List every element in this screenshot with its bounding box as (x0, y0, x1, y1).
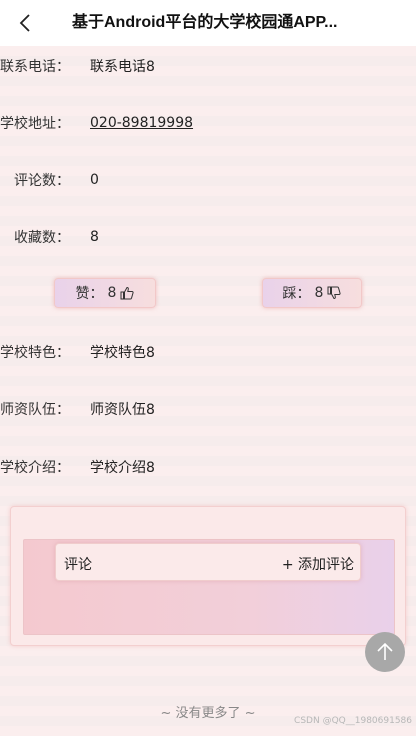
address-label: 学校地址： (0, 116, 70, 132)
comment-count-value: 0 (90, 172, 99, 188)
detail-row-address: 学校地址： 020-89819998 (0, 103, 416, 143)
like-count: 8 (107, 285, 117, 301)
dislike-count: 8 (314, 285, 324, 301)
faculty-value: 师资队伍8 (90, 402, 155, 418)
detail-row-phone: 联系电话： 联系电话8 (0, 46, 416, 86)
chevron-left-icon (19, 14, 30, 32)
faculty-label: 师资队伍： (0, 402, 70, 418)
detail-row-favorite-count: 收藏数： 8 (0, 217, 416, 257)
back-button[interactable] (10, 8, 40, 38)
detail-row-intro: 学校介绍： 学校介绍8 (0, 447, 416, 487)
comment-count-label: 评论数： (14, 173, 70, 189)
arrow-up-icon (377, 642, 393, 660)
detail-content: 联系电话： 联系电话8 学校地址： 020-89819998 评论数： 0 收藏… (0, 46, 416, 736)
feature-value: 学校特色8 (90, 345, 155, 361)
top-nav-bar: 基于Android平台的大学校园通APP... (0, 0, 416, 46)
detail-row-comment-count: 评论数： 0 (0, 160, 416, 200)
intro-label: 学校介绍： (0, 460, 70, 476)
dislike-label: 踩： (282, 286, 311, 302)
back-to-top-button[interactable] (365, 632, 405, 672)
feature-label: 学校特色： (0, 345, 70, 361)
thumbs-down-icon (327, 286, 342, 300)
like-button[interactable]: 赞： 8 (54, 278, 156, 308)
dislike-button[interactable]: 踩： 8 (262, 278, 362, 308)
add-comment-button[interactable]: + 添加评论 (282, 554, 354, 574)
comment-title: 评论 (64, 557, 92, 573)
comment-header: 评论 + 添加评论 (55, 543, 361, 581)
phone-value: 联系电话8 (90, 59, 155, 75)
intro-value: 学校介绍8 (90, 460, 155, 476)
favorite-count-label: 收藏数： (14, 230, 70, 246)
detail-row-feature: 学校特色： 学校特色8 (0, 332, 416, 372)
watermark: CSDN @QQ__1980691586 (294, 716, 412, 726)
phone-label: 联系电话： (0, 59, 70, 75)
comment-section: 评论 + 添加评论 (10, 506, 406, 646)
thumbs-up-icon (120, 286, 135, 300)
detail-row-faculty: 师资队伍： 师资队伍8 (0, 389, 416, 429)
like-label: 赞： (75, 286, 104, 302)
favorite-count-value: 8 (90, 229, 99, 245)
page-title: 基于Android平台的大学校园通APP... (72, 14, 338, 31)
address-link[interactable]: 020-89819998 (90, 115, 193, 131)
